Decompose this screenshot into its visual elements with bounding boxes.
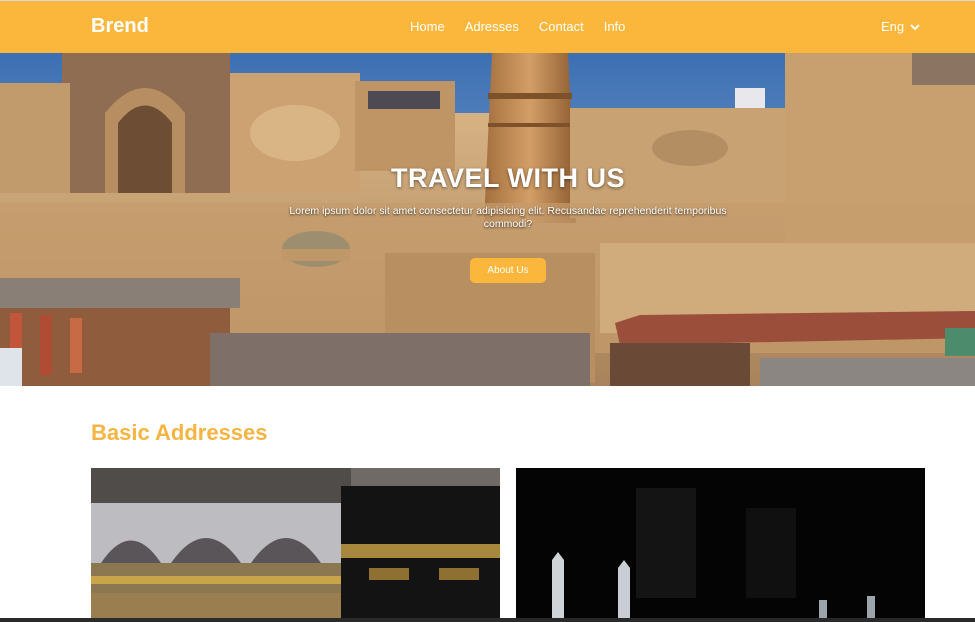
address-card-night-mosque[interactable] [516, 468, 925, 618]
address-card-kaaba[interactable] [91, 468, 500, 618]
hero-section: TRAVEL WITH US Lorem ipsum dolor sit ame… [0, 53, 975, 386]
navbar: Brend Home Adresses Contact Info Eng [0, 0, 975, 53]
chevron-down-icon [910, 23, 920, 30]
hero-description: Lorem ipsum dolor sit amet consectetur a… [289, 205, 727, 230]
nav-link-info[interactable]: Info [604, 19, 626, 34]
night-mosque-image [516, 468, 925, 618]
hero-title: TRAVEL WITH US [391, 163, 625, 193]
about-us-button[interactable]: About Us [470, 258, 546, 283]
language-label: Eng [881, 19, 905, 34]
nav-link-contact[interactable]: Contact [539, 19, 584, 34]
section-title: Basic Addresses [91, 420, 268, 445]
language-selector[interactable]: Eng [881, 19, 920, 34]
page-bottom-edge [0, 618, 975, 622]
kaaba-image [91, 468, 500, 618]
nav-link-home[interactable]: Home [410, 19, 445, 34]
nav-link-adresses[interactable]: Adresses [465, 19, 519, 34]
brand-logo[interactable]: Brend [91, 15, 149, 38]
main-nav: Home Adresses Contact Info [410, 19, 625, 34]
